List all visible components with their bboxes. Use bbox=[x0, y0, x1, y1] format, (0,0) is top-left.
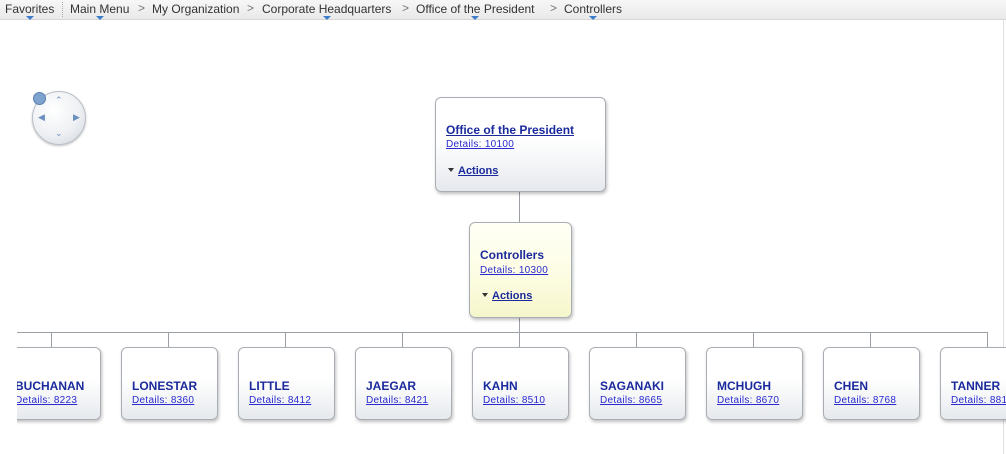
org-node-child[interactable]: LONESTAR Details: 8360 bbox=[121, 347, 218, 420]
connector-line bbox=[636, 332, 637, 347]
children-row: BUCHANAN Details: 8223 LONESTAR Details:… bbox=[17, 330, 1006, 454]
main-menu-label: Main Menu bbox=[70, 2, 130, 16]
dropdown-arrow-icon bbox=[482, 293, 488, 298]
node-title: TANNER bbox=[951, 379, 1001, 393]
breadcrumb-label: Office of the President bbox=[416, 2, 535, 16]
connector-line bbox=[987, 332, 988, 347]
pan-down-icon[interactable]: ⌄ bbox=[55, 129, 63, 138]
favorites-menu[interactable]: Favorites bbox=[5, 2, 55, 20]
details-link[interactable]: Details: 8412 bbox=[249, 395, 311, 406]
chevron-right-icon: > bbox=[550, 1, 558, 15]
connector-line bbox=[402, 332, 403, 347]
dropdown-icon bbox=[589, 16, 598, 20]
dropdown-icon bbox=[95, 16, 104, 20]
breadcrumb-office-of-the-president[interactable]: Office of the President bbox=[416, 2, 535, 20]
node-title: SAGANAKI bbox=[600, 379, 665, 393]
node-title: JAEGAR bbox=[366, 379, 417, 393]
org-node-child[interactable]: LITTLE Details: 8412 bbox=[238, 347, 335, 420]
org-node-child[interactable]: SAGANAKI Details: 8665 bbox=[589, 347, 686, 420]
breadcrumb-my-organization[interactable]: My Organization bbox=[152, 2, 239, 19]
connector-line bbox=[51, 332, 52, 347]
details-link[interactable]: Details: 8223 bbox=[17, 395, 77, 406]
actions-label: Actions bbox=[458, 165, 499, 177]
breadcrumb-corporate-headquarters[interactable]: Corporate Headquarters bbox=[262, 2, 392, 20]
chevron-right-icon: > bbox=[138, 1, 146, 15]
node-title: BUCHANAN bbox=[17, 379, 85, 393]
details-link[interactable]: Details: 8818 bbox=[951, 395, 1006, 406]
connector-line bbox=[870, 332, 871, 347]
connector-line bbox=[519, 191, 520, 222]
main-menu[interactable]: Main Menu bbox=[70, 2, 130, 20]
dropdown-arrow-icon bbox=[448, 168, 454, 173]
pan-left-icon[interactable]: ◀ bbox=[38, 113, 45, 122]
actions-menu[interactable]: Actions bbox=[482, 290, 532, 302]
pan-control[interactable]: ⌃ ⌄ ◀ ▶ bbox=[32, 91, 86, 145]
details-link[interactable]: Details: 10300 bbox=[480, 265, 548, 276]
pan-up-icon[interactable]: ⌃ bbox=[55, 96, 63, 105]
dropdown-icon bbox=[322, 16, 331, 20]
details-link[interactable]: Details: 8421 bbox=[366, 395, 428, 406]
chevron-right-icon: > bbox=[247, 1, 255, 15]
chevron-right-icon: > bbox=[402, 1, 410, 15]
breadcrumb-bar: Favorites Main Menu > My Organization > … bbox=[0, 0, 1006, 20]
org-node-child[interactable]: JAEGAR Details: 8421 bbox=[355, 347, 452, 420]
org-node-child[interactable]: KAHN Details: 8510 bbox=[472, 347, 569, 420]
details-link[interactable]: Details: 8510 bbox=[483, 395, 545, 406]
node-title: CHEN bbox=[834, 379, 869, 393]
org-node-child[interactable]: MCHUGH Details: 8670 bbox=[706, 347, 803, 420]
pan-right-icon[interactable]: ▶ bbox=[73, 113, 80, 122]
center-icon[interactable] bbox=[33, 92, 46, 105]
node-title[interactable]: Office of the President bbox=[446, 123, 574, 137]
connector-line bbox=[519, 332, 520, 347]
org-node-office-of-the-president[interactable]: Office of the President Details: 10100 A… bbox=[435, 97, 606, 192]
node-title: Controllers bbox=[480, 248, 545, 262]
breadcrumb-controllers[interactable]: Controllers bbox=[564, 2, 623, 20]
node-title: KAHN bbox=[483, 379, 518, 393]
breadcrumb-label: Corporate Headquarters bbox=[262, 2, 392, 16]
details-link[interactable]: Details: 8670 bbox=[717, 395, 779, 406]
org-node-child[interactable]: TANNER Details: 8818 bbox=[940, 347, 1006, 420]
details-link[interactable]: Details: 8768 bbox=[834, 395, 896, 406]
node-title: MCHUGH bbox=[717, 379, 771, 393]
node-title: LONESTAR bbox=[132, 379, 198, 393]
org-node-child[interactable]: CHEN Details: 8768 bbox=[823, 347, 920, 420]
favorites-label: Favorites bbox=[5, 2, 55, 16]
breadcrumb-label: My Organization bbox=[152, 2, 240, 16]
node-title: LITTLE bbox=[249, 379, 290, 393]
actions-label: Actions bbox=[492, 290, 533, 302]
org-node-controllers[interactable]: Controllers Details: 10300 Actions bbox=[469, 222, 572, 318]
details-link[interactable]: Details: 10100 bbox=[446, 139, 514, 150]
details-link[interactable]: Details: 8665 bbox=[600, 395, 662, 406]
org-node-child[interactable]: BUCHANAN Details: 8223 bbox=[17, 347, 101, 420]
dropdown-icon bbox=[471, 16, 480, 20]
actions-menu[interactable]: Actions bbox=[448, 165, 498, 177]
connector-line bbox=[168, 332, 169, 347]
breadcrumb-label: Controllers bbox=[564, 2, 623, 16]
dropdown-icon bbox=[25, 16, 34, 20]
divider bbox=[62, 2, 63, 17]
connector-line bbox=[285, 332, 286, 347]
details-link[interactable]: Details: 8360 bbox=[132, 395, 194, 406]
connector-line bbox=[753, 332, 754, 347]
